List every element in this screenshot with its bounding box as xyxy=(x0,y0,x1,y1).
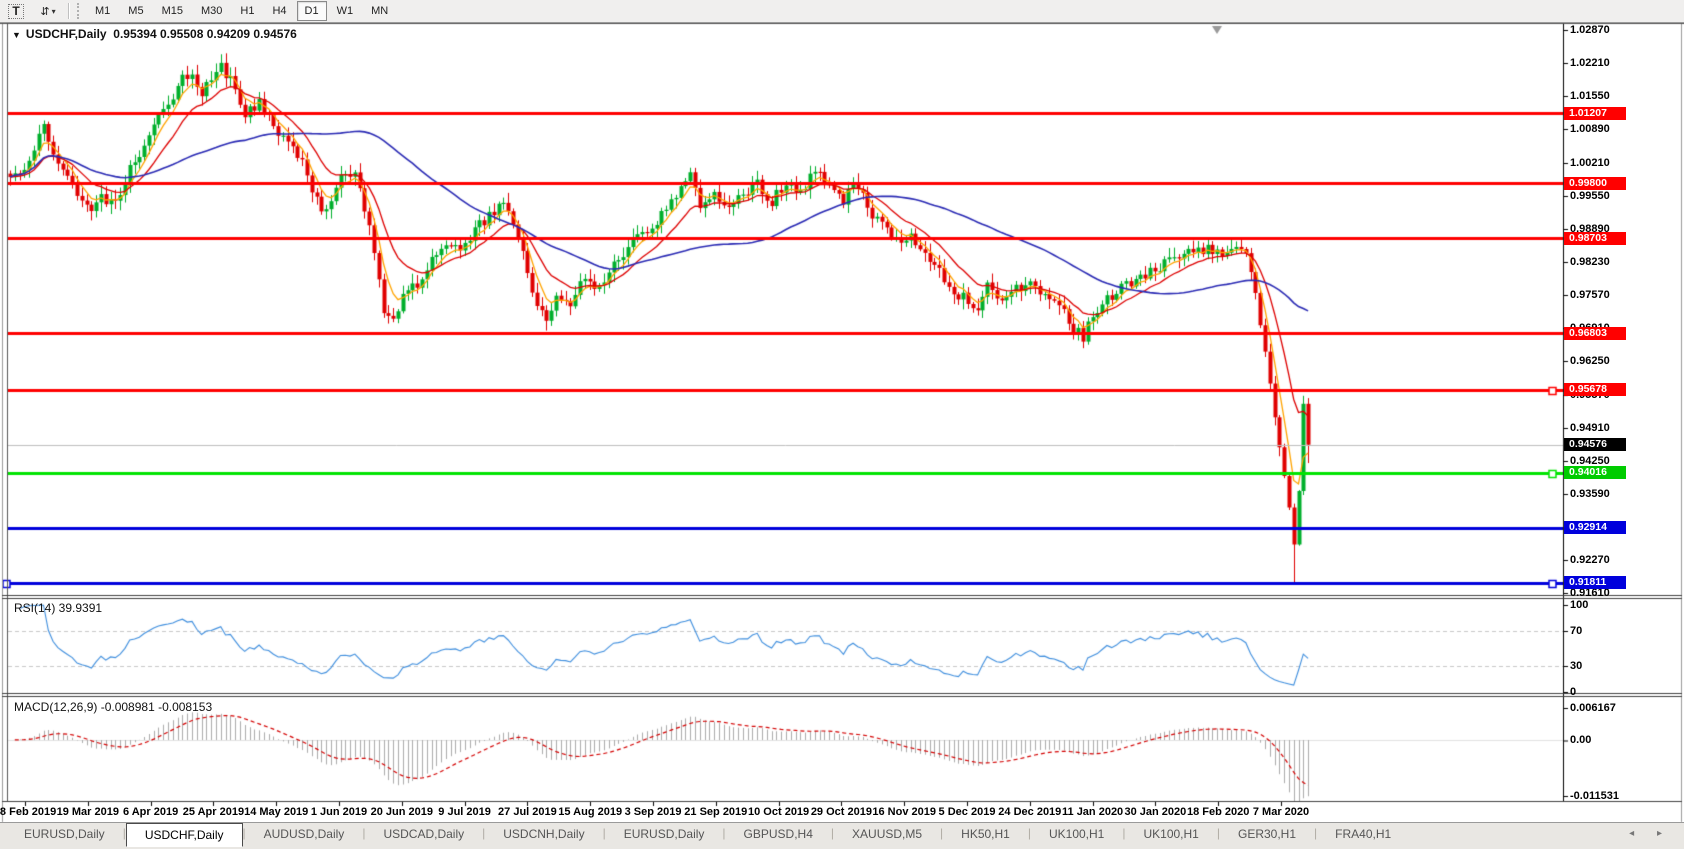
chart-symbol-period: USDCHF,Daily xyxy=(26,27,107,41)
text-tool-button[interactable]: T xyxy=(1,1,31,21)
timeframe-button-d1[interactable]: D1 xyxy=(297,1,327,21)
chart-tab-gbpusd-h4[interactable]: GBPUSD,H4 xyxy=(726,824,831,844)
mt4-terminal: T ⇵ ▾ M1M5M15M30H1H4D1W1MN ▼ USDCHF,Daily… xyxy=(0,0,1684,849)
chart-tab-uk100-h1[interactable]: UK100,H1 xyxy=(1031,824,1122,844)
date-axis-tick: 1 Jun 2019 xyxy=(311,806,367,818)
timeframe-button-h1[interactable]: H1 xyxy=(232,1,262,21)
arrange-windows-icon: ⇵ xyxy=(40,5,49,18)
date-axis-tick: 7 Mar 2020 xyxy=(1253,806,1309,818)
level-price-tag[interactable]: 0.96803 xyxy=(1564,327,1626,340)
date-axis-tick: 29 Oct 2019 xyxy=(811,806,872,818)
chart-tabs: EURUSD,Daily|USDCHF,Daily|AUDUSD,Daily|U… xyxy=(6,823,1409,847)
timeframe-button-m30[interactable]: M30 xyxy=(193,1,230,21)
date-axis-tick: 20 Jun 2019 xyxy=(371,806,433,818)
macd-indicator-label: MACD(12,26,9) -0.008981 -0.008153 xyxy=(14,700,212,714)
timeframe-button-w1[interactable]: W1 xyxy=(329,1,362,21)
level-price-tag[interactable]: 0.92914 xyxy=(1564,521,1626,534)
date-axis-tick: 28 Feb 2019 xyxy=(0,806,56,818)
rsi-axis-tick: 0 xyxy=(1570,686,1576,698)
chart-tab-usdcnh-daily[interactable]: USDCNH,Daily xyxy=(485,824,602,844)
text-tool-icon: T xyxy=(8,4,23,19)
level-price-tag[interactable]: 0.99800 xyxy=(1564,177,1626,190)
price-axis-tick: 0.93590 xyxy=(1570,488,1610,500)
level-price-tag[interactable]: 0.98703 xyxy=(1564,232,1626,245)
price-axis-tick: 1.00210 xyxy=(1570,157,1610,169)
chart-tab-audusd-daily[interactable]: AUDUSD,Daily xyxy=(246,824,363,844)
rsi-axis-tick: 100 xyxy=(1570,599,1588,611)
chart-tab-eurusd-daily[interactable]: EURUSD,Daily xyxy=(6,824,123,844)
timeframe-button-group: M1M5M15M30H1H4D1W1MN xyxy=(86,1,397,21)
chart-tab-usdcad-daily[interactable]: USDCAD,Daily xyxy=(365,824,482,844)
tab-scroll-arrows[interactable]: ◂ ▸ xyxy=(1629,828,1672,839)
chart-tab-hk50-h1[interactable]: HK50,H1 xyxy=(943,824,1028,844)
macd-axis-tick: 0.006167 xyxy=(1570,702,1616,714)
price-axis-tick: 0.96250 xyxy=(1570,355,1610,367)
chevron-down-icon: ▾ xyxy=(52,7,56,16)
toolbar-separator xyxy=(68,3,70,19)
chart-tab-xauusd-m5[interactable]: XAUUSD,M5 xyxy=(834,824,940,844)
level-price-tag[interactable]: 0.94016 xyxy=(1564,466,1626,479)
toolbar-grip[interactable] xyxy=(77,3,83,19)
date-axis-tick: 19 Mar 2019 xyxy=(57,806,119,818)
date-axis-tick: 10 Oct 2019 xyxy=(748,806,809,818)
price-axis-tick: 0.99550 xyxy=(1570,190,1610,202)
timeframe-button-mn[interactable]: MN xyxy=(363,1,396,21)
date-axis-tick: 24 Dec 2019 xyxy=(998,806,1061,818)
macd-axis-tick: 0.00 xyxy=(1570,734,1591,746)
chart-ohlc-values: 0.95394 0.95508 0.94209 0.94576 xyxy=(113,27,297,41)
price-axis-tick: 0.98230 xyxy=(1570,256,1610,268)
date-axis-tick: 3 Sep 2019 xyxy=(625,806,682,818)
date-axis-tick: 15 Aug 2019 xyxy=(558,806,622,818)
chart-tab-ger30-h1[interactable]: GER30,H1 xyxy=(1220,824,1314,844)
price-axis-tick: 1.01550 xyxy=(1570,90,1610,102)
price-axis-tick: 0.94250 xyxy=(1570,455,1610,467)
date-axis-tick: 6 Apr 2019 xyxy=(123,806,178,818)
date-axis-tick: 5 Dec 2019 xyxy=(939,806,996,818)
timeframe-button-h4[interactable]: H4 xyxy=(264,1,294,21)
price-axis-tick: 1.00890 xyxy=(1570,123,1610,135)
date-axis-tick: 9 Jul 2019 xyxy=(438,806,491,818)
timeframe-button-m15[interactable]: M15 xyxy=(154,1,191,21)
rsi-indicator-label: RSI(14) 39.9391 xyxy=(14,601,102,615)
rsi-axis-tick: 70 xyxy=(1570,625,1582,637)
chart-tab-eurusd-daily[interactable]: EURUSD,Daily xyxy=(606,824,723,844)
date-axis-tick: 14 May 2019 xyxy=(244,806,308,818)
level-price-tag[interactable]: 0.91811 xyxy=(1564,576,1626,589)
expand-triangle-icon: ▼ xyxy=(12,30,21,40)
chart-tab-bar: EURUSD,Daily|USDCHF,Daily|AUDUSD,Daily|U… xyxy=(0,822,1684,849)
date-axis-tick: 21 Sep 2019 xyxy=(684,806,747,818)
chart-tab-usdchf-daily[interactable]: USDCHF,Daily xyxy=(126,823,243,847)
price-axis-tick: 0.94910 xyxy=(1570,422,1610,434)
date-axis-tick: 27 Jul 2019 xyxy=(498,806,557,818)
timeframe-button-m5[interactable]: M5 xyxy=(120,1,151,21)
level-price-tag[interactable]: 1.01207 xyxy=(1564,107,1626,120)
price-chart-canvas[interactable] xyxy=(0,0,1684,849)
current-price-tag: 0.94576 xyxy=(1564,438,1626,451)
macd-axis-tick: -0.011531 xyxy=(1570,790,1619,802)
date-axis-tick: 25 Apr 2019 xyxy=(183,806,244,818)
price-axis-tick: 1.02870 xyxy=(1570,24,1610,36)
level-price-tag[interactable]: 0.95678 xyxy=(1564,383,1626,396)
price-axis-tick: 0.92270 xyxy=(1570,554,1610,566)
timeframe-button-m1[interactable]: M1 xyxy=(87,1,118,21)
price-axis-tick: 0.97570 xyxy=(1570,289,1610,301)
date-axis-tick: 18 Feb 2020 xyxy=(1187,806,1249,818)
date-axis-tick: 30 Jan 2020 xyxy=(1125,806,1187,818)
top-toolbar: T ⇵ ▾ M1M5M15M30H1H4D1W1MN xyxy=(0,0,1684,23)
date-axis-tick: 11 Jan 2020 xyxy=(1062,806,1123,818)
rsi-axis-tick: 30 xyxy=(1570,660,1582,672)
chart-window-title[interactable]: ▼ USDCHF,Daily 0.95394 0.95508 0.94209 0.… xyxy=(12,27,297,41)
chart-tab-uk100-h1[interactable]: UK100,H1 xyxy=(1125,824,1216,844)
chart-tab-fra40-h1[interactable]: FRA40,H1 xyxy=(1317,824,1409,844)
price-axis-tick: 1.02210 xyxy=(1570,57,1610,69)
date-axis-tick: 16 Nov 2019 xyxy=(872,806,936,818)
arrange-windows-button[interactable]: ⇵ ▾ xyxy=(33,1,63,21)
